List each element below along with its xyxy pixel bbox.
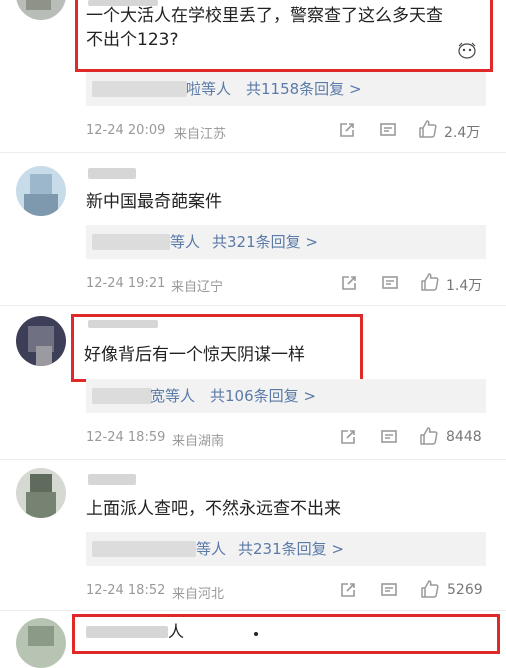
reply-suffix: 等人	[196, 540, 227, 558]
divider	[0, 610, 506, 611]
reply-count-link[interactable]: 共106条回复 >	[210, 385, 316, 407]
comment-text: 人	[168, 622, 185, 641]
reply-suffix: 等人	[170, 233, 201, 251]
comment-icon[interactable]	[381, 274, 399, 296]
divider	[0, 459, 506, 460]
avatar[interactable]	[16, 316, 66, 366]
thumbs-up-icon[interactable]	[418, 119, 438, 143]
replier-names	[92, 388, 152, 404]
username[interactable]	[88, 168, 136, 179]
comment-text: 新中国最奇葩案件	[86, 192, 222, 212]
reply-count-link[interactable]: 共1158条回复 >	[246, 78, 362, 100]
replier-names	[92, 541, 196, 557]
reply-preview[interactable]: 等人 共231条回复 >	[86, 532, 486, 566]
reply-suffix: 啦等人	[186, 80, 232, 98]
reply-preview[interactable]: 啦等人 共1158条回复 >	[86, 72, 486, 106]
timestamp: 12-24 20:09	[86, 123, 166, 138]
share-icon[interactable]	[339, 428, 357, 450]
divider	[0, 305, 506, 306]
highlight-box	[75, 0, 493, 72]
comment-icon[interactable]	[380, 581, 398, 603]
share-icon[interactable]	[340, 274, 358, 296]
divider	[0, 152, 506, 153]
thumbs-up-icon[interactable]	[420, 272, 440, 296]
avatar[interactable]	[16, 166, 66, 216]
thumbs-up-icon[interactable]	[419, 426, 439, 450]
highlight-box	[71, 314, 363, 382]
username[interactable]	[86, 626, 168, 638]
location: 来自河北	[172, 587, 225, 602]
comment-text: 上面派人查吧，不然永远查不出来	[86, 499, 341, 519]
share-icon[interactable]	[339, 581, 357, 603]
like-count: 5269	[447, 582, 483, 598]
avatar[interactable]	[16, 0, 66, 20]
dot	[254, 632, 258, 636]
thumbs-up-icon[interactable]	[420, 579, 440, 603]
avatar[interactable]	[16, 618, 66, 668]
timestamp: 12-24 18:52	[86, 583, 166, 598]
avatar[interactable]	[16, 468, 66, 518]
reply-suffix: 宽等人	[150, 387, 196, 405]
timestamp: 12-24 18:59	[86, 430, 166, 445]
reply-preview[interactable]: 宽等人 共106条回复 >	[86, 379, 486, 413]
reply-count-link[interactable]: 共231条回复 >	[238, 538, 344, 560]
comment-icon[interactable]	[379, 121, 397, 143]
comment-icon[interactable]	[380, 428, 398, 450]
username[interactable]	[88, 474, 136, 485]
location: 来自江苏	[174, 127, 227, 142]
location: 来自辽宁	[171, 280, 224, 295]
replier-names	[92, 81, 187, 97]
sticker-icon	[456, 40, 478, 64]
reply-count-link[interactable]: 共321条回复 >	[212, 231, 318, 253]
share-icon[interactable]	[338, 121, 356, 143]
like-count: 1.4万	[446, 278, 483, 294]
location: 来自湖南	[172, 434, 225, 449]
like-count: 8448	[446, 429, 482, 445]
reply-preview[interactable]: 等人 共321条回复 >	[86, 225, 486, 259]
replier-names	[92, 234, 170, 250]
like-count: 2.4万	[444, 125, 481, 141]
timestamp: 12-24 19:21	[86, 276, 166, 291]
